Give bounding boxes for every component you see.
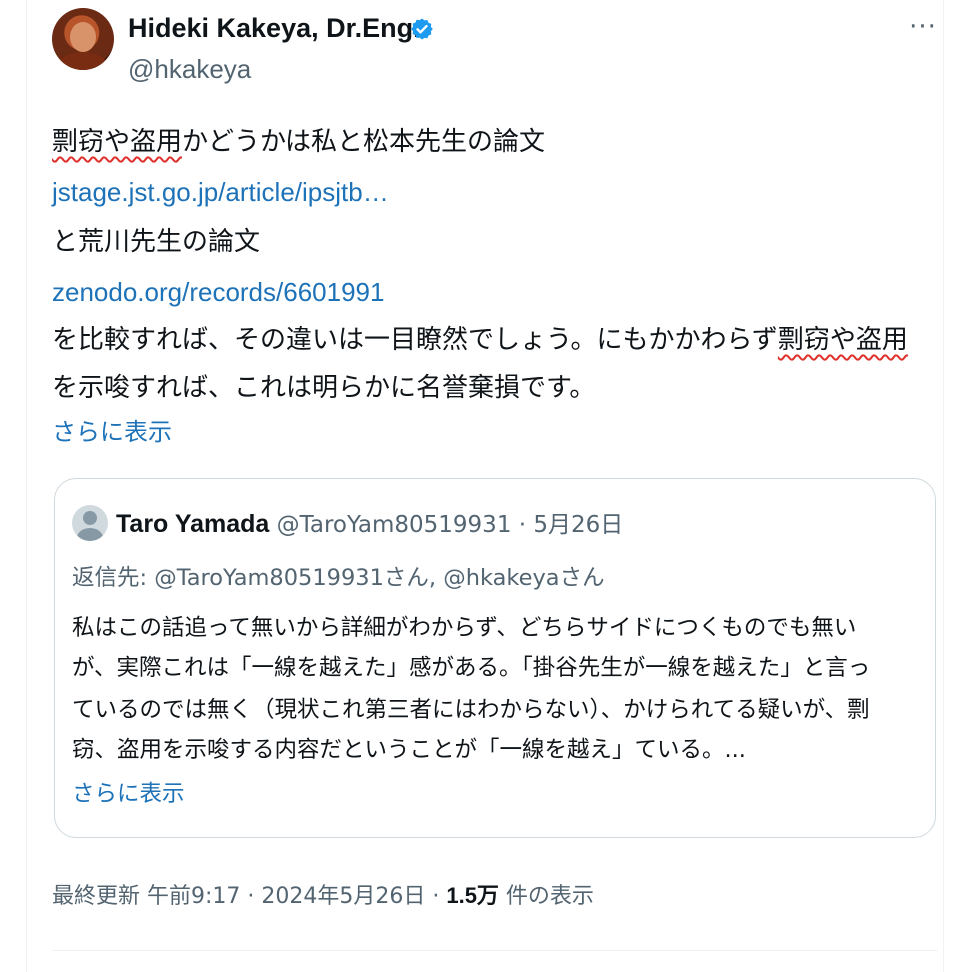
tweet-line-5: を比較すれば、その違いは一目瞭然でしょう。にもかかわらず剽窃や盗用 (52, 318, 908, 362)
timestamp[interactable]: 最終更新 午前9:17 · 2024年5月26日 · (52, 884, 446, 909)
quoted-avatar[interactable] (72, 505, 108, 541)
tweet-text: を示唆すれば、これは明らかに名誉棄損です。 (52, 373, 596, 403)
header-separator: · (518, 512, 527, 538)
tweet-metadata: 最終更新 午前9:17 · 2024年5月26日 · 1.5万 件の表示 (52, 876, 594, 917)
tweet-line-1: 剽窃や盗用かどうかは私と松本先生の論文 (52, 120, 545, 164)
quoted-author-name[interactable]: Taro Yamada (116, 510, 269, 538)
verified-badge-icon (411, 18, 433, 40)
default-avatar-body-shape (77, 528, 103, 541)
tweet-line-4: zenodo.org/records/6601991 (52, 270, 384, 315)
tweet-line-6: を示唆すれば、これは明らかに名誉棄損です。 (52, 366, 595, 410)
quoted-author-handle[interactable]: @TaroYam80519931 (277, 512, 512, 538)
tweet-line-3: と荒川先生の論文 (52, 220, 260, 264)
show-more-link[interactable]: さらに表示 (52, 418, 172, 446)
quoted-text-line: ているのでは無く（現状これ第三者にはわからない）、かけられてる疑いが、剽 (72, 697, 870, 723)
squiggle-highlight: 剽窃や盗用 (52, 127, 183, 157)
more-options-icon[interactable]: ··· (906, 12, 940, 46)
quoted-text-line: 窃、盗用を示唆する内容だということが「一線を越え」ている。... (72, 737, 746, 763)
view-count: 1.5万 (446, 883, 499, 908)
tweet-text: を比較すれば、その違いは一目瞭然でしょう。にもかかわらず (52, 325, 778, 355)
jstage-link[interactable]: jstage.jst.go.jp/article/ipsjtb… (52, 177, 389, 207)
avatar-shirt-shape (58, 52, 108, 70)
tweet-text: かどうかは私と松本先生の論文 (182, 127, 545, 157)
avatar-face-shape (70, 22, 96, 52)
quoted-header: Taro Yamada @TaroYam80519931 · 5月26日 (116, 504, 623, 545)
quoted-reply-to: 返信先: @TaroYam80519931さん, @hkakeyaさん (72, 565, 605, 591)
default-avatar-head-shape (83, 511, 97, 525)
quoted-text-line: が、実際これは「一線を越えた」感がある。「掛谷先生が一線を越えた」と言っ (72, 655, 871, 681)
author-handle[interactable]: @hkakeya (128, 52, 251, 86)
zenodo-link[interactable]: zenodo.org/records/6601991 (52, 277, 384, 307)
tweet-text: と荒川先生の論文 (52, 227, 261, 257)
squiggle-highlight: 剽窃や盗用 (777, 325, 908, 355)
quoted-text-line: 私はこの話追って無いから詳細がわからず、どちらサイドにつくものでも無い (72, 615, 857, 641)
divider (52, 950, 938, 951)
author-name[interactable]: Hideki Kakeya, Dr.Eng. (128, 8, 421, 48)
author-avatar[interactable] (52, 8, 114, 70)
quoted-show-more-row: さらに表示 (72, 774, 185, 814)
quoted-show-more-link[interactable]: さらに表示 (72, 781, 185, 807)
show-more-row: さらに表示 (52, 410, 172, 454)
tweet-line-2: jstage.jst.go.jp/article/ipsjtb… (52, 170, 389, 215)
view-count-label: 件の表示 (498, 884, 594, 909)
quoted-date[interactable]: 5月26日 (533, 512, 623, 538)
